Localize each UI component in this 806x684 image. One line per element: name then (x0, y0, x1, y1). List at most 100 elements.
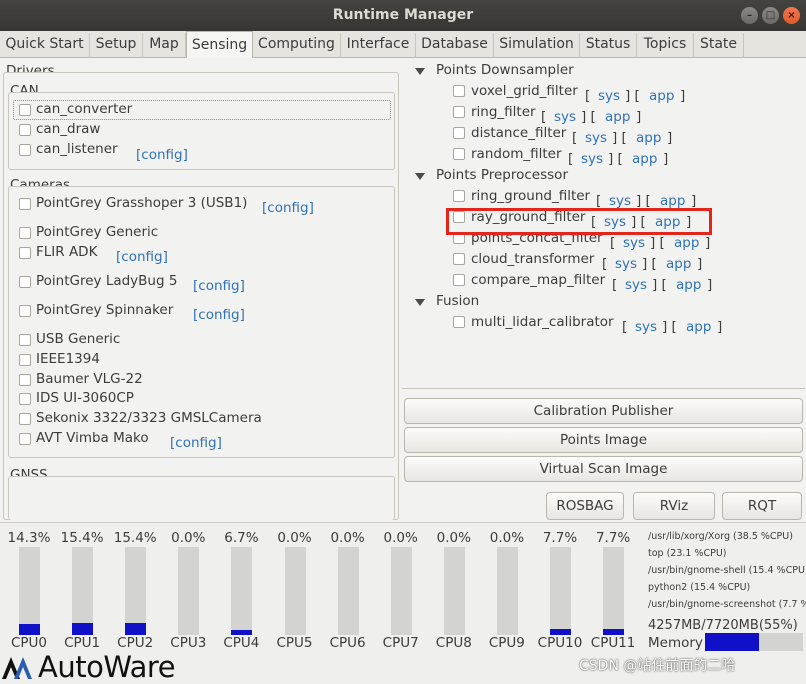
camera-ladybug-config-link[interactable]: [config] (193, 278, 245, 294)
random-filter-app-link[interactable]: app (632, 151, 657, 167)
camera-ieee1394-label: IEEE1394 (36, 351, 100, 367)
cpu-percent: 6.7% (224, 530, 259, 546)
tab-state[interactable]: State (694, 33, 744, 58)
bracket: ] [ (642, 256, 657, 272)
tab-setup[interactable]: Setup (90, 33, 143, 58)
tab-database[interactable]: Database (416, 33, 494, 58)
camera-grasshoper-config-link[interactable]: [config] (262, 200, 314, 216)
compare-map-filter-sys-link[interactable]: sys (625, 277, 647, 293)
camera-avt-vimba-config-link[interactable]: [config] (170, 435, 222, 451)
camera-spinnaker-label: PointGrey Spinnaker (36, 302, 174, 318)
expand-triangle-icon[interactable] (415, 68, 425, 75)
camera-pointgrey-generic-checkbox[interactable] (19, 227, 31, 239)
cloud-transformer-checkbox[interactable] (453, 253, 465, 265)
minimize-icon[interactable]: – (741, 7, 758, 24)
cpu-bar (178, 547, 200, 635)
points-concat-filter-sys-link[interactable]: sys (623, 235, 645, 251)
camera-spinnaker-checkbox[interactable] (19, 305, 31, 317)
autoware-logo-icon (2, 657, 32, 679)
camera-grasshoper-checkbox[interactable] (19, 198, 31, 210)
compare-map-filter-app-link[interactable]: app (676, 277, 701, 293)
camera-usb-generic-checkbox[interactable] (19, 334, 31, 346)
maximize-icon[interactable]: □ (762, 7, 779, 24)
voxel-grid-filter-app-link[interactable]: app (649, 88, 674, 104)
rviz-button[interactable]: RViz (633, 492, 715, 520)
camera-sekonix-checkbox[interactable] (19, 413, 31, 425)
tab-map[interactable]: Map (143, 33, 186, 58)
rosbag-button[interactable]: ROSBAG (546, 492, 624, 520)
multi-lidar-calibrator-checkbox[interactable] (453, 316, 465, 328)
distance-filter-sys-link[interactable]: sys (585, 130, 607, 146)
random-filter-checkbox[interactable] (453, 148, 465, 160)
camera-spinnaker-config-link[interactable]: [config] (193, 307, 245, 323)
camera-ladybug-checkbox[interactable] (19, 276, 31, 288)
cpu-bar (231, 547, 253, 635)
cpu-bar (125, 547, 147, 635)
process-item: top (23.1 %CPU) (648, 548, 727, 559)
ring-filter-label: ring_filter (471, 104, 536, 120)
distance-filter-checkbox[interactable] (453, 127, 465, 139)
virtual-scan-image-button[interactable]: Virtual Scan Image (404, 456, 803, 482)
voxel-grid-filter-label: voxel_grid_filter (471, 83, 578, 99)
random-filter-sys-link[interactable]: sys (581, 151, 603, 167)
camera-ieee1394-checkbox[interactable] (19, 354, 31, 366)
compare-map-filter-checkbox[interactable] (453, 274, 465, 286)
camera-avt-vimba-checkbox[interactable] (19, 433, 31, 445)
cloud-transformer-app-link[interactable]: app (666, 256, 691, 272)
cpu-percent: 7.7% (595, 530, 631, 546)
distance-filter-app-link[interactable]: app (636, 130, 661, 146)
memory-bar-fill (705, 633, 759, 651)
compare-map-filter-label: compare_map_filter (471, 272, 606, 288)
ring-filter-sys-link[interactable]: sys (554, 109, 576, 125)
bracket: ] [ (650, 235, 665, 251)
points-concat-filter-app-link[interactable]: app (674, 235, 699, 251)
points-image-button[interactable]: Points Image (404, 427, 803, 453)
cpu-percent: 15.4% (113, 530, 157, 546)
bracket: ] [ (625, 88, 640, 104)
ring-filter-checkbox[interactable] (453, 106, 465, 118)
ring-ground-filter-app-link[interactable]: app (660, 193, 685, 209)
process-item: /usr/lib/xorg/Xorg (38.5 %CPU) (648, 531, 793, 542)
ring-ground-filter-label: ring_ground_filter (471, 188, 591, 204)
tab-computing[interactable]: Computing (253, 33, 341, 58)
rqt-button[interactable]: RQT (722, 492, 802, 520)
cpu-percent: 0.0% (489, 530, 525, 546)
calibration-publisher-button[interactable]: Calibration Publisher (404, 398, 803, 424)
multi-lidar-calibrator-sys-link[interactable]: sys (635, 319, 657, 335)
can-converter-checkbox[interactable] (19, 104, 31, 116)
camera-ids-checkbox[interactable] (19, 393, 31, 405)
cloud-transformer-sys-link[interactable]: sys (615, 256, 637, 272)
can-draw-checkbox[interactable] (19, 124, 31, 136)
voxel-grid-filter-sys-link[interactable]: sys (598, 88, 620, 104)
camera-flir-adk-config-link[interactable]: [config] (116, 249, 168, 265)
cpu-bar-fill (125, 623, 147, 635)
bracket: ] (680, 88, 686, 104)
multi-lidar-calibrator-app-link[interactable]: app (686, 319, 711, 335)
tab-quick-start[interactable]: Quick Start (0, 33, 90, 58)
expand-triangle-icon[interactable] (415, 299, 425, 306)
tab-simulation[interactable]: Simulation (494, 33, 580, 58)
tab-interface[interactable]: Interface (341, 33, 416, 58)
camera-flir-adk-checkbox[interactable] (19, 247, 31, 259)
process-item: /usr/bin/gnome-shell (15.4 %CPU) (648, 565, 806, 576)
tab-bar: Quick Start Setup Map Sensing Computing … (0, 31, 806, 59)
bracket: [ (612, 277, 618, 293)
cpu-percent: 14.3% (7, 530, 51, 546)
voxel-grid-filter-checkbox[interactable] (453, 85, 465, 97)
bracket: ] (705, 235, 711, 251)
ring-ground-filter-sys-link[interactable]: sys (609, 193, 631, 209)
cpu-name: CPU2 (117, 635, 154, 651)
camera-baumer-checkbox[interactable] (19, 374, 31, 386)
cpu-bar (496, 547, 518, 635)
bracket: [ (596, 193, 602, 209)
tab-topics[interactable]: Topics (637, 33, 694, 58)
ring-filter-app-link[interactable]: app (605, 109, 630, 125)
can-listener-config-link[interactable]: [config] (136, 147, 188, 163)
tab-status[interactable]: Status (580, 33, 637, 58)
close-icon[interactable]: × (783, 7, 800, 24)
ring-ground-filter-checkbox[interactable] (453, 190, 465, 202)
cpu-name: CPU8 (435, 635, 472, 651)
tab-sensing[interactable]: Sensing (186, 31, 253, 59)
can-listener-checkbox[interactable] (19, 144, 31, 156)
expand-triangle-icon[interactable] (415, 173, 425, 180)
